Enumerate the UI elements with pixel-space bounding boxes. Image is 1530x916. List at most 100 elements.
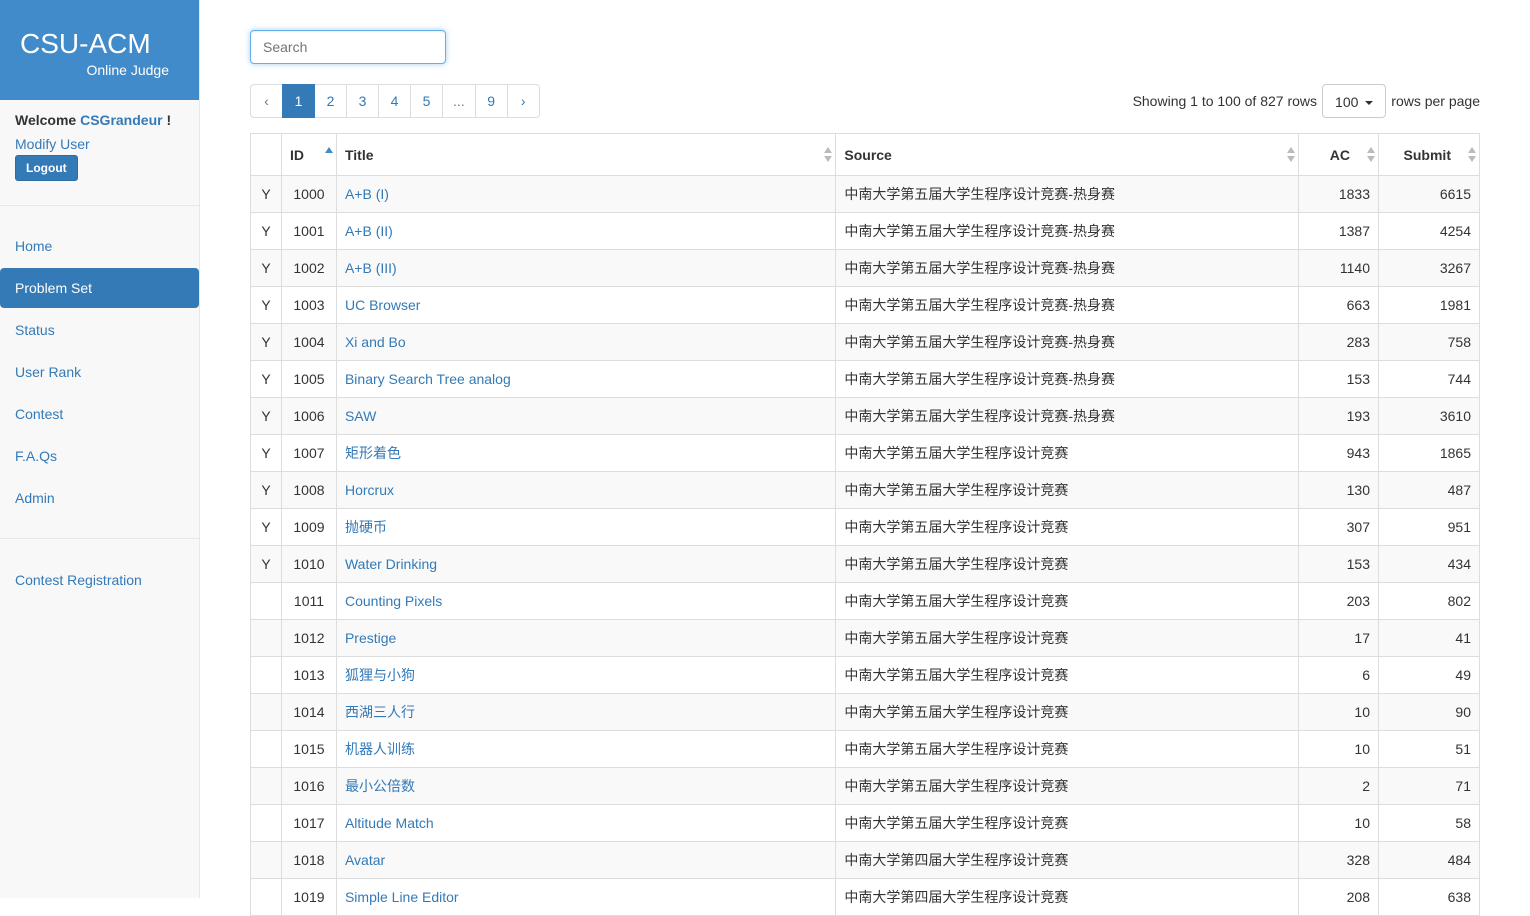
sort-icon	[1468, 147, 1476, 163]
cell-submit-count: 6615	[1378, 175, 1480, 213]
cell-problem-id: 1007	[280, 434, 337, 472]
column-header-source[interactable]: Source	[835, 133, 1300, 176]
problem-title-link[interactable]: Prestige	[345, 630, 396, 646]
cell-submit-count: 71	[1378, 767, 1480, 805]
nav-item-status: Status	[0, 310, 199, 350]
problem-title-link[interactable]: Simple Line Editor	[345, 889, 459, 905]
page-prev-button[interactable]: ‹	[250, 84, 283, 118]
cell-problem-id: 1019	[280, 878, 337, 916]
cell-problem-title-link: Counting Pixels	[335, 582, 837, 620]
contest-registration-link[interactable]: Contest Registration	[0, 539, 199, 621]
nav-link-faqs[interactable]: F.A.Qs	[0, 436, 199, 476]
sort-icon	[1287, 147, 1296, 163]
page-button-1[interactable]: 1	[282, 84, 315, 118]
cell-problem-source: 中南大学第五届大学生程序设计竞赛-热身赛	[835, 249, 1300, 287]
cell-submit-count: 4254	[1378, 212, 1480, 250]
cell-submit-count: 951	[1378, 508, 1480, 546]
problem-title-link[interactable]: 矩形着色	[345, 445, 401, 461]
page-next-button[interactable]: ›	[506, 84, 540, 118]
cell-ac-count: 203	[1298, 582, 1379, 620]
page-button-5[interactable]: 5	[410, 84, 443, 118]
cell-ac-count: 1140	[1298, 249, 1379, 287]
cell-ac-count: 1387	[1298, 212, 1379, 250]
problem-table: ID Title Source AC Submit Y 1000 A+B (I) 中南…	[250, 133, 1480, 916]
column-header-submit[interactable]: Submit	[1378, 133, 1480, 176]
cell-problem-title-link: 抛硬币	[335, 508, 837, 546]
modify-user-link[interactable]: Modify User	[15, 136, 184, 152]
cell-problem-title-link: Binary Search Tree analog	[335, 360, 837, 398]
pagination: ‹ 1 2 3 4 5 ... 9 ›	[250, 84, 540, 118]
column-header-ac[interactable]: AC	[1298, 133, 1379, 176]
problem-title-link[interactable]: Xi and Bo	[345, 334, 406, 350]
page-button-9[interactable]: 9	[474, 84, 508, 118]
cell-problem-source: 中南大学第五届大学生程序设计竞赛	[835, 693, 1300, 731]
cell-solved-status: Y	[250, 323, 282, 361]
problem-title-link[interactable]: A+B (III)	[345, 260, 397, 276]
cell-problem-source: 中南大学第五届大学生程序设计竞赛	[835, 767, 1300, 805]
problem-title-link[interactable]: 抛硬币	[345, 519, 387, 535]
nav-link-status[interactable]: Status	[0, 310, 199, 350]
nav-link-user-rank[interactable]: User Rank	[0, 352, 199, 392]
welcome-suffix: !	[166, 112, 172, 128]
problem-title-link[interactable]: Altitude Match	[345, 815, 434, 831]
cell-problem-id: 1015	[280, 730, 337, 768]
cell-ac-count: 153	[1298, 545, 1379, 583]
cell-solved-status: Y	[250, 471, 282, 509]
problem-title-link[interactable]: 狐狸与小狗	[345, 667, 415, 683]
problem-title-link[interactable]: Counting Pixels	[345, 593, 442, 609]
sidebar: CSU-ACM Online Judge Welcome CSGrandeur …	[0, 0, 200, 898]
search-input[interactable]	[250, 30, 446, 64]
cell-problem-id: 1002	[280, 249, 337, 287]
cell-problem-title-link: Water Drinking	[335, 545, 837, 583]
column-header-id[interactable]: ID	[280, 133, 337, 176]
cell-problem-id: 1014	[280, 693, 337, 731]
logout-button[interactable]: Logout	[15, 155, 78, 181]
cell-solved-status: Y	[250, 545, 282, 583]
page-size-dropdown[interactable]: 100	[1322, 84, 1387, 118]
cell-solved-status	[250, 767, 282, 805]
cell-problem-title-link: UC Browser	[335, 286, 837, 324]
username-link[interactable]: CSGrandeur	[80, 112, 162, 128]
cell-problem-source: 中南大学第五届大学生程序设计竞赛-热身赛	[835, 323, 1300, 361]
column-header-title[interactable]: Title	[335, 133, 837, 176]
problem-title-link[interactable]: Horcrux	[345, 482, 394, 498]
column-header-id-label: ID	[289, 146, 304, 163]
problem-title-link[interactable]: 机器人训练	[345, 741, 415, 757]
cell-solved-status	[250, 582, 282, 620]
table-row: Y 1001 A+B (II) 中南大学第五届大学生程序设计竞赛-热身赛 1387 425…	[250, 212, 1480, 250]
cell-problem-id: 1013	[280, 656, 337, 694]
nav-link-problem-set[interactable]: Problem Set	[0, 268, 199, 308]
problem-title-link[interactable]: A+B (I)	[345, 186, 389, 202]
problem-title-link[interactable]: Binary Search Tree analog	[345, 371, 511, 387]
brand-header[interactable]: CSU-ACM Online Judge	[0, 0, 199, 100]
cell-problem-id: 1012	[280, 619, 337, 657]
page-button-4[interactable]: 4	[378, 84, 411, 118]
page-button-3[interactable]: 3	[346, 84, 379, 118]
problem-title-link[interactable]: SAW	[345, 408, 376, 424]
table-row: 1014 西湖三人行 中南大学第五届大学生程序设计竞赛 10 90	[250, 693, 1480, 731]
problem-title-link[interactable]: Avatar	[345, 852, 385, 868]
nav-item-admin: Admin	[0, 478, 199, 518]
cell-submit-count: 484	[1378, 841, 1480, 879]
cell-problem-id: 1010	[280, 545, 337, 583]
cell-solved-status: Y	[250, 434, 282, 472]
cell-problem-title-link: Prestige	[335, 619, 837, 657]
nav-link-contest[interactable]: Contest	[0, 394, 199, 434]
nav-link-home[interactable]: Home	[0, 226, 199, 266]
cell-submit-count: 1981	[1378, 286, 1480, 324]
cell-problem-title-link: Altitude Match	[335, 804, 837, 842]
problem-title-link[interactable]: 西湖三人行	[345, 704, 415, 720]
problem-title-link[interactable]: UC Browser	[345, 297, 420, 313]
cell-problem-title-link: A+B (III)	[335, 249, 837, 287]
cell-solved-status	[250, 656, 282, 694]
problem-title-link[interactable]: A+B (II)	[345, 223, 393, 239]
cell-problem-source: 中南大学第五届大学生程序设计竞赛	[835, 545, 1300, 583]
nav-link-admin[interactable]: Admin	[0, 478, 199, 518]
cell-problem-title-link: Simple Line Editor	[335, 878, 837, 916]
cell-problem-source: 中南大学第五届大学生程序设计竞赛-热身赛	[835, 175, 1300, 213]
page-button-2[interactable]: 2	[314, 84, 347, 118]
cell-ac-count: 6	[1298, 656, 1379, 694]
problem-title-link[interactable]: Water Drinking	[345, 556, 437, 572]
problem-title-link[interactable]: 最小公倍数	[345, 778, 415, 794]
cell-problem-id: 1003	[280, 286, 337, 324]
